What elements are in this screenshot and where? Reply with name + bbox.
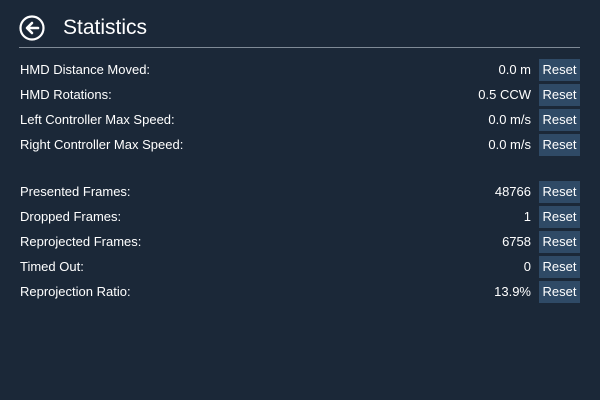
page-title: Statistics	[63, 16, 148, 39]
stat-value: 48766	[494, 184, 531, 199]
stat-value: 0	[523, 259, 531, 274]
stat-value: 0.0 m	[498, 62, 531, 77]
stat-value: 0.0 m/s	[488, 112, 531, 127]
stat-label: Reprojection Ratio:	[20, 284, 131, 299]
reset-timed-out-button[interactable]: Reset	[539, 256, 580, 278]
stat-value: 1	[523, 209, 531, 224]
back-button[interactable]	[19, 15, 45, 41]
stat-row-dropped-frames: Dropped Frames: 1 Reset	[0, 205, 600, 230]
stat-row-hmd-rotations: HMD Rotations: 0.5 CCW Reset	[0, 83, 600, 108]
reset-right-controller-speed-button[interactable]: Reset	[539, 134, 580, 156]
stat-label: Reprojected Frames:	[20, 234, 142, 249]
reset-left-controller-speed-button[interactable]: Reset	[539, 109, 580, 131]
stat-row-presented-frames: Presented Frames: 48766 Reset	[0, 180, 600, 205]
header-divider	[19, 47, 580, 48]
stat-label: Right Controller Max Speed:	[20, 137, 184, 152]
reset-dropped-frames-button[interactable]: Reset	[539, 206, 580, 228]
stat-label: Presented Frames:	[20, 184, 131, 199]
stat-value: 6758	[502, 234, 531, 249]
reset-reprojected-frames-button[interactable]: Reset	[539, 231, 580, 253]
stat-value: 0.5 CCW	[478, 87, 531, 102]
back-arrow-circle-icon	[19, 15, 45, 41]
stat-label: Timed Out:	[20, 259, 84, 274]
stat-row-reprojection-ratio: Reprojection Ratio: 13.9% Reset	[0, 280, 600, 305]
stat-row-left-controller-speed: Left Controller Max Speed: 0.0 m/s Reset	[0, 108, 600, 133]
stat-value: 0.0 m/s	[488, 137, 531, 152]
stat-row-right-controller-speed: Right Controller Max Speed: 0.0 m/s Rese…	[0, 133, 600, 158]
stat-value: 13.9%	[494, 284, 531, 299]
header: Statistics	[0, 0, 600, 48]
reset-presented-frames-button[interactable]: Reset	[539, 181, 580, 203]
stat-label: HMD Distance Moved:	[20, 62, 151, 77]
reset-hmd-rotations-button[interactable]: Reset	[539, 84, 580, 106]
reset-hmd-distance-button[interactable]: Reset	[539, 59, 580, 81]
stat-label: Left Controller Max Speed:	[20, 112, 175, 127]
reset-reprojection-ratio-button[interactable]: Reset	[539, 281, 580, 303]
frame-stats-list: Presented Frames: 48766 Reset Dropped Fr…	[0, 180, 600, 305]
stat-row-hmd-distance: HMD Distance Moved: 0.0 m Reset	[0, 58, 600, 83]
stat-row-timed-out: Timed Out: 0 Reset	[0, 255, 600, 280]
stat-label: HMD Rotations:	[20, 87, 112, 102]
stat-row-reprojected-frames: Reprojected Frames: 6758 Reset	[0, 230, 600, 255]
tracking-stats-list: HMD Distance Moved: 0.0 m Reset HMD Rota…	[0, 58, 600, 158]
stat-label: Dropped Frames:	[20, 209, 122, 224]
